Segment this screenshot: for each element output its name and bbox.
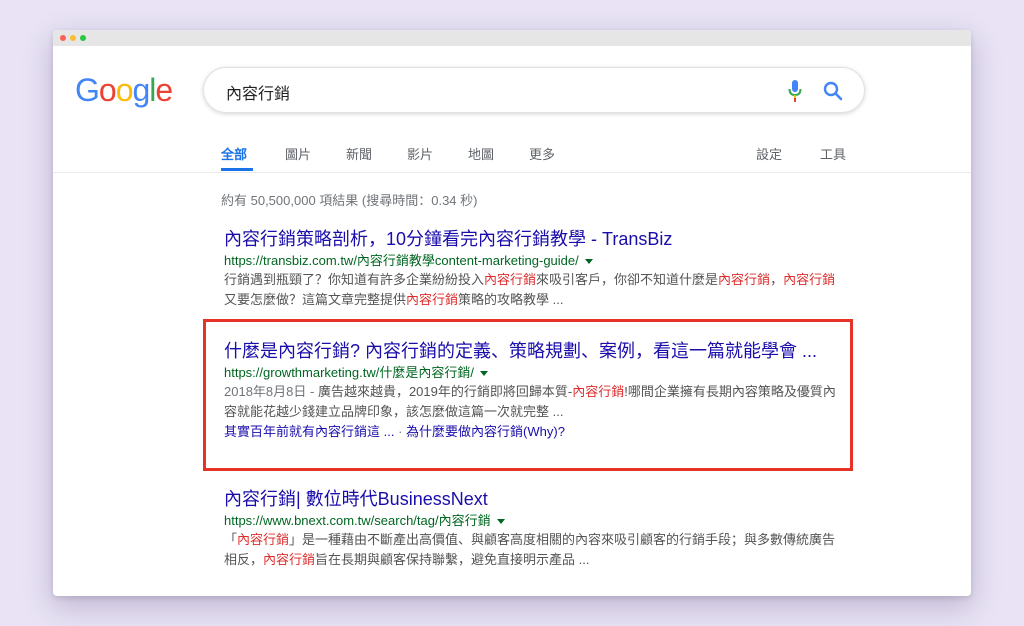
window-titlebar xyxy=(53,30,971,46)
result-url: https://transbiz.com.tw/內容行銷教學content-ma… xyxy=(224,252,844,270)
keyword-highlight: 內容行銷 xyxy=(406,292,459,307)
tab-all[interactable]: 全部 xyxy=(221,144,247,163)
search-result: 內容行銷策略剖析，10分鐘看完內容行銷教學 - TransBiz https:/… xyxy=(224,228,844,310)
tab-maps[interactable]: 地圖 xyxy=(468,144,494,163)
tab-more[interactable]: 更多 xyxy=(529,144,555,163)
header-divider xyxy=(53,172,971,173)
result-url-text: https://transbiz.com.tw/內容行銷教學content-ma… xyxy=(224,253,579,268)
snippet-text: 又要怎麼做？這篇文章完整提供 xyxy=(224,292,407,307)
logo-letter: g xyxy=(132,72,150,108)
search-icon[interactable] xyxy=(822,80,844,102)
minimize-window-button[interactable] xyxy=(70,35,76,41)
logo-letter: o xyxy=(115,72,134,108)
logo-letter: o xyxy=(98,72,117,108)
keyword-highlight: 內容行銷 xyxy=(718,272,771,287)
keyword-highlight: 內容行銷 xyxy=(783,272,836,287)
tab-videos[interactable]: 影片 xyxy=(407,144,433,163)
result-snippet: 「內容行銷」是一種藉由不斷產出高價值、與顧客高度相關的內容來吸引顧客的行銷手段；… xyxy=(224,530,844,570)
annotation-highlight-box xyxy=(203,319,853,471)
active-tab-indicator xyxy=(221,168,253,171)
browser-window: Google 內容行銷 全部 圖片 新聞 影片 地圖 更多 設定 工具 約有 5… xyxy=(53,30,971,596)
snippet-text: 來吸引客戶，你卻不知道什麼是 xyxy=(536,272,719,287)
logo-letter: e xyxy=(155,72,173,108)
result-url-text: https://www.bnext.com.tw/search/tag/內容行銷 xyxy=(224,513,491,528)
tab-images[interactable]: 圖片 xyxy=(285,144,311,163)
result-stats: 約有 50,500,000 項結果 (搜尋時間：0.34 秒) xyxy=(221,193,478,208)
google-logo[interactable]: Google xyxy=(75,72,173,109)
settings-link[interactable]: 設定 xyxy=(756,144,782,163)
snippet-text: 策略的攻略教學 ... xyxy=(458,292,564,307)
keyword-highlight: 內容行銷 xyxy=(484,272,537,287)
search-input[interactable]: 內容行銷 xyxy=(226,80,290,104)
keyword-highlight: 內容行銷 xyxy=(237,532,290,547)
caret-down-icon[interactable] xyxy=(584,259,593,265)
snippet-text: 「 xyxy=(224,532,238,547)
tab-news[interactable]: 新聞 xyxy=(346,144,372,163)
maximize-window-button[interactable] xyxy=(80,35,86,41)
caret-down-icon[interactable] xyxy=(496,519,505,525)
snippet-text: ， xyxy=(770,272,784,287)
microphone-icon[interactable] xyxy=(788,80,802,102)
close-window-button[interactable] xyxy=(60,35,66,41)
result-url: https://www.bnext.com.tw/search/tag/內容行銷 xyxy=(224,512,844,530)
search-result: 內容行銷| 數位時代BusinessNext https://www.bnext… xyxy=(224,488,844,570)
snippet-text: 行銷遇到瓶頸了？你知道有許多企業紛紛投入 xyxy=(224,272,485,287)
snippet-text: 旨在長期與顧客保持聯繫，避免直接明示產品 ... xyxy=(315,552,590,567)
search-tabs: 全部 圖片 新聞 影片 地圖 更多 設定 工具 xyxy=(53,140,971,171)
search-box[interactable]: 內容行銷 xyxy=(203,67,865,113)
result-snippet: 行銷遇到瓶頸了？你知道有許多企業紛紛投入內容行銷來吸引客戶，你卻不知道什麼是內容… xyxy=(224,270,844,310)
keyword-highlight: 內容行銷 xyxy=(263,552,316,567)
logo-letter: G xyxy=(75,72,100,108)
result-title[interactable]: 內容行銷策略剖析，10分鐘看完內容行銷教學 - TransBiz xyxy=(224,228,844,251)
result-title[interactable]: 內容行銷| 數位時代BusinessNext xyxy=(224,488,844,511)
tools-link[interactable]: 工具 xyxy=(820,144,846,163)
